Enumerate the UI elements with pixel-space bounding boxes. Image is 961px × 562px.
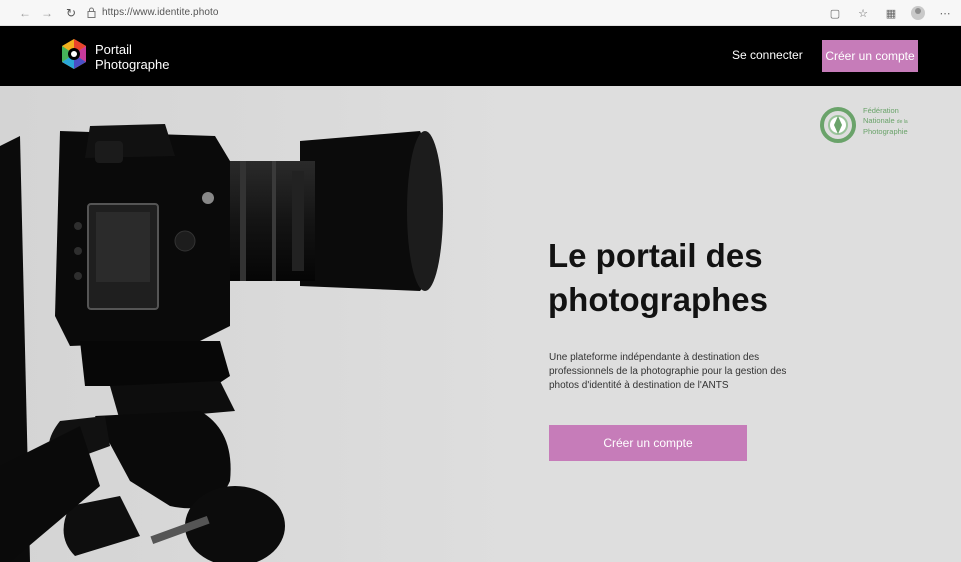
favorites-icon[interactable]: ☆ — [855, 5, 871, 21]
back-icon[interactable]: ← — [18, 6, 32, 20]
address-bar[interactable]: https://www.identite.photo — [102, 7, 219, 18]
partner-logo[interactable]: Fédération Nationale de la Photographie — [818, 104, 928, 144]
site-header: Portail Photographe Se connecter Créer u… — [0, 26, 961, 86]
partner-line3: Photographie — [863, 127, 908, 136]
forward-icon[interactable]: → — [40, 6, 54, 20]
brand-name[interactable]: Portail Photographe — [95, 42, 169, 72]
hero-section: Fédération Nationale de la Photographie … — [0, 86, 961, 562]
hero-title: Le portail des photographes — [548, 234, 868, 322]
lock-icon — [87, 7, 96, 18]
profile-icon[interactable] — [911, 6, 925, 20]
hero-description: Une plateforme indépendante à destinatio… — [549, 352, 787, 391]
partner-name: Fédération Nationale de la Photographie — [863, 106, 908, 137]
partner-line2: Nationale — [863, 116, 895, 125]
reader-mode-icon[interactable]: ▢ — [827, 5, 843, 21]
portail-logo-icon[interactable] — [60, 38, 88, 70]
hero-title-line1: Le portail des — [548, 237, 763, 274]
partner-line2-small: de la — [896, 119, 908, 125]
partner-line1: Fédération — [863, 106, 899, 115]
more-icon[interactable]: ⋯ — [937, 5, 953, 21]
hero-signup-button[interactable]: Créer un compte — [549, 425, 747, 461]
login-link[interactable]: Se connecter — [732, 48, 803, 62]
hero-title-line2: photographes — [548, 281, 768, 318]
brand-line1: Portail — [95, 42, 132, 57]
reload-icon[interactable]: ↻ — [64, 6, 78, 20]
collections-icon[interactable]: ▦ — [883, 5, 899, 21]
fnp-logo-icon — [820, 107, 856, 143]
brand-line2: Photographe — [95, 57, 170, 72]
browser-toolbar: ← → ↻ https://www.identite.photo ▢ ☆ ▦ ⋯ — [0, 0, 961, 26]
header-signup-button[interactable]: Créer un compte — [822, 40, 918, 72]
camera-image — [0, 86, 520, 562]
